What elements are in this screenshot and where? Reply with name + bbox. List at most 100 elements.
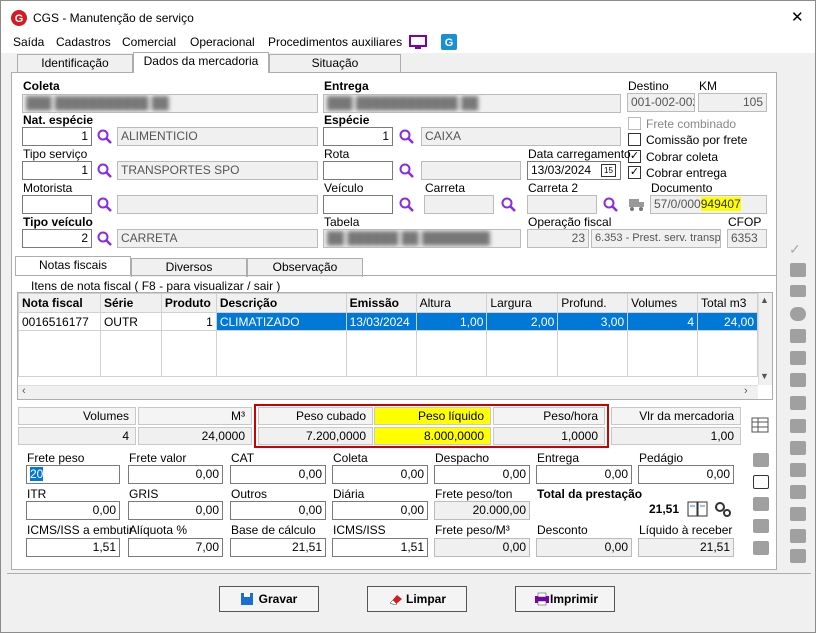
cfop-field[interactable]: 6353 (727, 229, 767, 248)
menu-saida[interactable]: Saída (13, 35, 44, 49)
scroll-down-icon[interactable]: ▼ (760, 371, 769, 381)
lock-icon[interactable] (790, 529, 806, 543)
search-icon[interactable] (603, 197, 619, 213)
forward-icon[interactable] (790, 351, 806, 365)
col-nota-fiscal[interactable]: Nota fiscal (18, 293, 101, 313)
scroll-left-icon[interactable]: ‹ (22, 385, 26, 397)
outros-field[interactable]: 0,00 (230, 501, 326, 520)
nat-especie-code[interactable]: 1 (22, 127, 92, 146)
col-total-m3[interactable]: Total m3 (697, 293, 758, 313)
scroll-right-icon[interactable]: › (744, 385, 748, 397)
copy-icon[interactable] (790, 373, 806, 387)
search-icon[interactable] (399, 163, 415, 179)
gear-small-icon[interactable] (790, 549, 806, 563)
percent-doc-icon[interactable] (753, 475, 769, 489)
coleta-field[interactable]: ███ ███████████ ██ (22, 94, 318, 113)
icms-embutir-field[interactable]: 1,51 (26, 538, 120, 557)
imprimir-button[interactable]: Imprimir (515, 586, 615, 612)
cgs-logo-icon[interactable]: G (441, 34, 457, 50)
horizontal-scrollbar[interactable] (18, 385, 758, 399)
tab-notas-fiscais[interactable]: Notas fiscais (15, 256, 131, 275)
especie-code[interactable]: 1 (323, 127, 393, 146)
cobrar-entrega-checkbox[interactable]: ✓ (628, 166, 641, 179)
bug-icon[interactable] (753, 453, 769, 467)
calendar-icon[interactable]: 15 (601, 164, 616, 177)
gears-icon[interactable] (713, 500, 733, 518)
table-icon[interactable] (751, 417, 769, 433)
nf-table: Nota fiscal Série Produto Descrição Emis… (18, 293, 758, 377)
documento-field[interactable]: 57/0/000949407 (650, 195, 767, 214)
diaria-field[interactable]: 0,00 (332, 501, 428, 520)
tab-dados-mercadoria[interactable]: Dados da mercadoria (133, 52, 269, 73)
operacao-fiscal-code[interactable]: 23 (527, 229, 589, 248)
tab-identificacao[interactable]: Identificação (17, 54, 133, 73)
entrega-frete-field[interactable]: 0,00 (536, 465, 632, 484)
col-produto[interactable]: Produto (160, 293, 217, 313)
calc-small-icon[interactable] (753, 541, 769, 555)
destino-field[interactable]: 001-002-002 (627, 93, 695, 112)
book-icon[interactable] (687, 500, 709, 518)
tag-icon[interactable] (790, 329, 806, 343)
menu-comercial[interactable]: Comercial (122, 35, 176, 49)
tipo-servico-code[interactable]: 1 (22, 161, 92, 180)
tabela-field[interactable]: ██ ██████ ██ ████████ (323, 229, 521, 248)
doc-icon[interactable] (790, 463, 806, 477)
search-icon[interactable] (501, 197, 517, 213)
veiculo-field[interactable] (323, 195, 393, 214)
tab-situacao[interactable]: Situação (269, 54, 401, 73)
itr-field[interactable]: 0,00 (26, 501, 120, 520)
frete-peso-field[interactable]: 20 (26, 465, 120, 484)
coleta-frete-field[interactable]: 0,00 (332, 465, 428, 484)
menu-procedimentos[interactable]: Procedimentos auxiliares (268, 35, 402, 49)
col-emissao[interactable]: Emissão (345, 293, 417, 313)
frete-combinado-checkbox[interactable] (628, 117, 641, 130)
close-button[interactable]: ✕ (791, 8, 804, 26)
col-altura[interactable]: Altura (415, 293, 488, 313)
comissao-checkbox[interactable] (628, 133, 641, 146)
frete-valor-field[interactable]: 0,00 (128, 465, 223, 484)
col-volumes[interactable]: Volumes (627, 293, 699, 313)
menu-cadastros[interactable]: Cadastros (56, 35, 111, 49)
limpar-button[interactable]: Limpar (367, 586, 467, 612)
gravar-button[interactable]: Gravar (219, 586, 319, 612)
despacho-field[interactable]: 0,00 (434, 465, 530, 484)
truck-side-icon[interactable] (790, 396, 806, 410)
entrega-field[interactable]: ███ ████████████ ██ (323, 94, 621, 113)
col-descricao[interactable]: Descrição (215, 293, 347, 313)
table-row[interactable]: 0016516177 OUTR 1 CLIMATIZADO 13/03/2024… (18, 312, 758, 331)
base-calculo-field[interactable]: 21,51 (230, 538, 326, 557)
scroll-up-icon[interactable]: ▲ (760, 295, 769, 305)
circle-icon[interactable] (790, 307, 806, 321)
motorista-code[interactable] (22, 195, 92, 214)
search-icon[interactable] (399, 197, 415, 213)
tipo-veiculo-code[interactable]: 2 (22, 229, 92, 248)
carreta-field[interactable] (424, 195, 494, 214)
icms-iss-field[interactable]: 1,51 (332, 538, 428, 557)
ciot-icon[interactable] (790, 285, 806, 297)
rota-code[interactable] (323, 161, 393, 180)
fish-icon[interactable] (790, 485, 806, 499)
map-icon[interactable] (790, 419, 806, 433)
search-icon[interactable] (97, 129, 113, 145)
gear-tool-icon[interactable] (790, 263, 806, 277)
search-icon[interactable] (97, 231, 113, 247)
cat-field[interactable]: 0,00 (230, 465, 326, 484)
check-icon[interactable]: ✓ (789, 241, 805, 257)
monitor-icon[interactable] (409, 35, 427, 50)
gris-field[interactable]: 0,00 (128, 501, 223, 520)
menu-operacional[interactable]: Operacional (190, 35, 255, 49)
col-profund[interactable]: Profund. (557, 293, 629, 313)
shield-icon[interactable] (790, 507, 806, 521)
search-icon[interactable] (399, 129, 415, 145)
km-field[interactable]: 105 (698, 93, 767, 112)
col-serie[interactable]: Série (99, 293, 162, 313)
search-icon[interactable] (97, 197, 113, 213)
calculator-icon[interactable] (753, 497, 769, 511)
carreta2-field[interactable] (527, 195, 597, 214)
chat-icon[interactable] (753, 519, 769, 533)
box-icon[interactable] (790, 441, 806, 455)
aliquota-field[interactable]: 7,00 (128, 538, 223, 557)
search-icon[interactable] (97, 163, 113, 179)
pedagio-field[interactable]: 0,00 (638, 465, 734, 484)
col-largura[interactable]: Largura (486, 293, 559, 313)
